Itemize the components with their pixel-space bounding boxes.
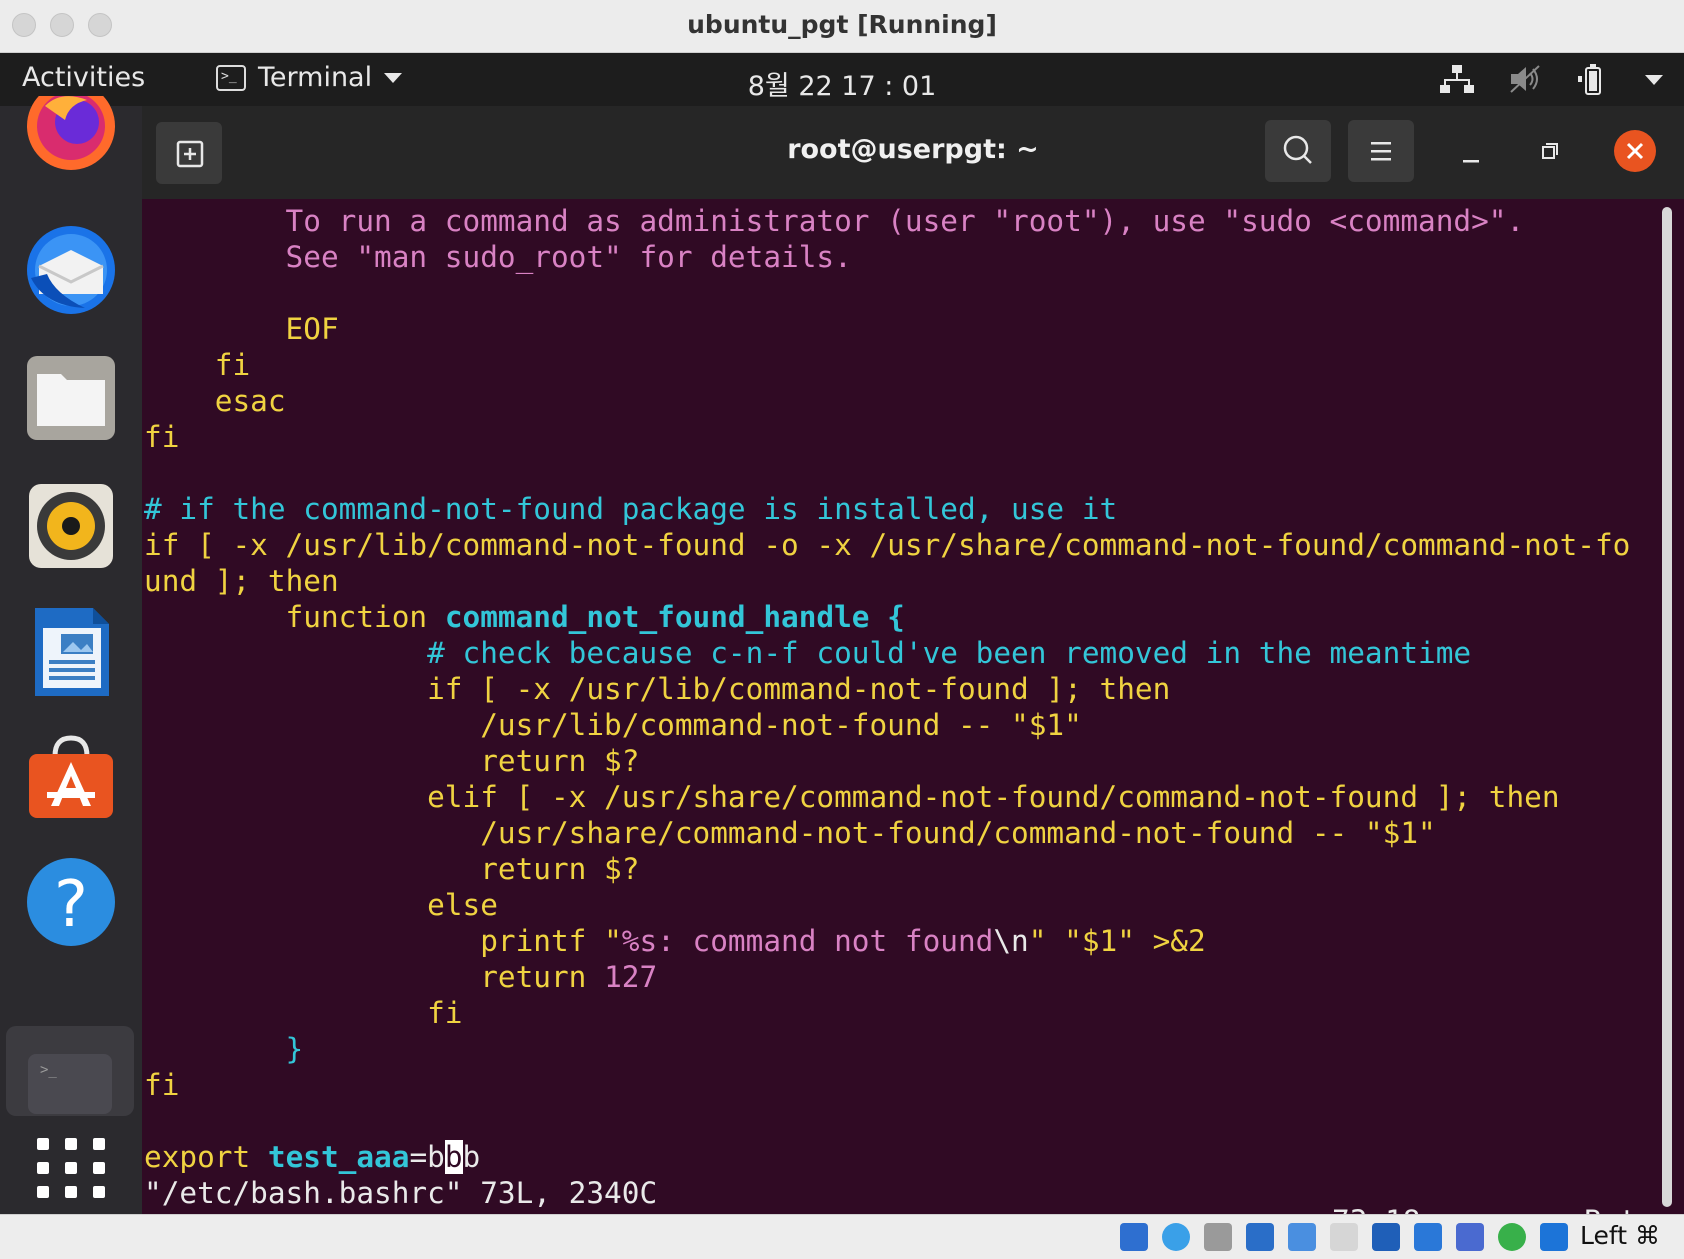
menu-button[interactable] [1348, 120, 1414, 182]
function-name: command_not_found_handle { [444, 600, 905, 634]
escape-sequence: \n [993, 924, 1029, 958]
code-line: if [ -x /usr/lib/command-not-found -o -x… [144, 528, 1631, 562]
rhythmbox-icon[interactable] [25, 480, 117, 572]
host-key-label: Left ⌘ [1580, 1221, 1660, 1250]
vm-window-title: ubuntu_pgt [Running] [687, 10, 997, 39]
code-line: if [ -x /usr/lib/command-not-found ]; [144, 672, 1100, 706]
battery-icon [1576, 62, 1610, 96]
vt-x-icon[interactable] [1456, 1223, 1484, 1251]
files-icon[interactable] [25, 352, 117, 444]
svg-text:>_: >_ [40, 1062, 57, 1078]
code-line: b [462, 1140, 481, 1174]
terminal-output[interactable]: To run a command as administrator (user … [142, 199, 1684, 1238]
volume-muted-icon [1508, 62, 1542, 96]
keyword-then: then [1099, 672, 1171, 706]
thunderbird-icon[interactable] [25, 224, 117, 316]
code-line: fi [144, 996, 463, 1030]
help-icon[interactable]: ? [25, 856, 117, 948]
hard-disk-icon[interactable] [1120, 1223, 1148, 1251]
code-line: /usr/lib/command-not-found -- "$1" [144, 708, 1082, 742]
mouse-integration-icon[interactable] [1540, 1223, 1568, 1251]
software-center-icon[interactable] [25, 730, 117, 822]
terminal-icon[interactable]: >_ [6, 1026, 134, 1116]
scrollbar[interactable] [1662, 207, 1672, 1207]
clock[interactable]: 8월 22 17 : 01 [0, 64, 1684, 103]
code-line: To run a command as administrator (user … [144, 204, 1525, 238]
system-tray[interactable] [1440, 62, 1664, 96]
vm-status-bar: Left ⌘ [0, 1214, 1684, 1259]
keyword-then: then [1488, 780, 1560, 814]
terminal-headerbar: root@userpgt: ~ [142, 106, 1684, 200]
svg-text:?: ? [54, 868, 88, 942]
hamburger-icon [1371, 142, 1391, 161]
app-grid-icon[interactable] [25, 1130, 117, 1210]
code-line: =b [409, 1140, 445, 1174]
close-icon [1626, 142, 1644, 160]
recording-icon[interactable] [1414, 1223, 1442, 1251]
chevron-down-icon [1644, 62, 1664, 96]
libreoffice-writer-icon[interactable] [25, 606, 117, 698]
text-cursor: b [444, 1140, 463, 1174]
gnome-top-bar: Activities >_ Terminal 8월 22 17 : 01 [0, 53, 1684, 106]
network-icon [1440, 62, 1474, 96]
code-line: function [144, 600, 445, 634]
optical-drive-icon[interactable] [1162, 1223, 1190, 1251]
code-line: " "$1" >&2 [1028, 924, 1206, 958]
guest-additions-icon[interactable] [1498, 1223, 1526, 1251]
code-line: return $? [144, 744, 640, 778]
variable-name: test_aaa [267, 1140, 410, 1174]
code-line: EOF [144, 312, 339, 346]
vm-window-titlebar: ubuntu_pgt [Running] [0, 0, 1684, 53]
vim-buffer: To run a command as administrator (user … [144, 203, 1630, 1211]
keyword-then: then [267, 564, 339, 598]
close-button[interactable] [1614, 130, 1656, 172]
minimize-icon [1463, 160, 1479, 163]
minimize-button[interactable] [1446, 126, 1496, 176]
code-comment: # if the command-not-found package is in… [144, 492, 1118, 526]
code-line: printf [144, 924, 605, 958]
keyword-export: export [144, 1140, 268, 1174]
dock: ? >_ [0, 82, 142, 1214]
network-adapter-icon[interactable] [1246, 1223, 1274, 1251]
code-comment: # check because c-n-f could've been remo… [144, 636, 1472, 670]
code-line: und ]; [144, 564, 268, 598]
string-literal: %s: command not found [621, 924, 994, 958]
code-line: fi [144, 348, 251, 382]
code-line: See "man sudo_root" for details. [144, 240, 852, 274]
code-line: return [144, 960, 605, 994]
shared-folders-icon[interactable] [1330, 1223, 1358, 1251]
search-icon [1283, 135, 1312, 164]
number-literal: 127 [604, 960, 658, 994]
string-quote: " [604, 924, 622, 958]
code-line: fi [144, 1068, 180, 1102]
code-line: fi [144, 420, 180, 454]
display-icon[interactable] [1372, 1223, 1400, 1251]
code-line: return $? [144, 852, 640, 886]
code-line: /usr/share/command-not-found/command-not… [144, 816, 1436, 850]
code-line: esac [144, 384, 286, 418]
usb-icon[interactable] [1288, 1223, 1316, 1251]
code-line: else [144, 888, 498, 922]
maximize-button[interactable] [1524, 126, 1574, 176]
code-line: elif [ -x /usr/share/command-not-found/c… [144, 780, 1489, 814]
restore-icon [1542, 143, 1558, 159]
code-line: } [144, 1032, 304, 1066]
vim-status-file: "/etc/bash.bashrc" 73L, 2340C [144, 1176, 658, 1210]
audio-icon[interactable] [1204, 1223, 1232, 1251]
search-button[interactable] [1265, 120, 1331, 182]
firefox-icon[interactable] [25, 82, 117, 176]
